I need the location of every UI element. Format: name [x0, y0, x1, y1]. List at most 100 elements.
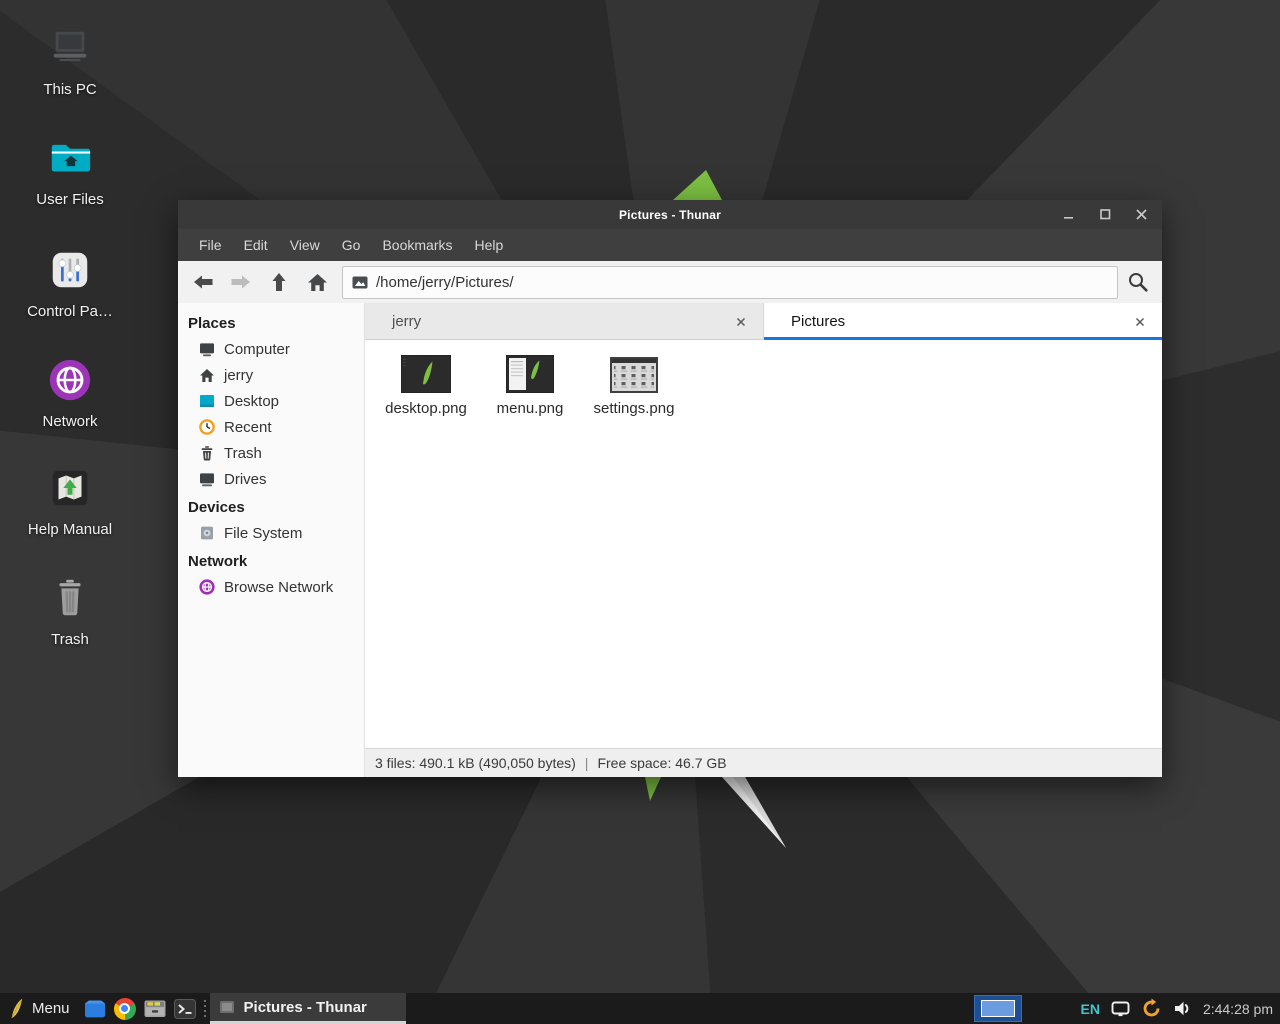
menu-bookmarks[interactable]: Bookmarks — [371, 229, 463, 261]
hard-disk-icon — [197, 525, 216, 541]
sidebar-item-label: Browse Network — [224, 579, 333, 596]
forward-button[interactable] — [222, 265, 260, 299]
up-button[interactable] — [260, 265, 298, 299]
system-tray: EN 2:44:28 pm — [1080, 998, 1273, 1019]
clock-icon — [197, 418, 216, 436]
home-icon — [197, 368, 216, 383]
file-name: settings.png — [584, 400, 684, 417]
help-manual-icon — [16, 464, 124, 512]
desktop-icon-label: User Files — [16, 191, 124, 208]
file-cabinet-icon — [143, 998, 167, 1019]
keyboard-layout-indicator[interactable]: EN — [1080, 1001, 1099, 1017]
taskbar-clock[interactable]: 2:44:28 pm — [1203, 1001, 1273, 1017]
task-window-icon — [219, 999, 235, 1015]
display-tray-icon[interactable] — [1111, 1001, 1130, 1017]
trash-icon — [197, 445, 216, 461]
volume-icon[interactable] — [1173, 1000, 1192, 1017]
taskbar-window-button[interactable]: Pictures - Thunar — [210, 993, 406, 1024]
sidebar-item-trash[interactable]: Trash — [178, 440, 364, 466]
desktop-icon-this-pc[interactable]: This PC — [16, 24, 124, 98]
sidebar-item-drives[interactable]: Drives — [178, 466, 364, 492]
image-thumbnail — [584, 349, 684, 393]
start-menu-button[interactable]: Menu — [0, 993, 80, 1024]
tab-close-icon[interactable] — [1131, 313, 1149, 331]
chrome-launcher[interactable] — [110, 993, 140, 1024]
terminal-launcher[interactable] — [170, 993, 200, 1024]
tab-bar: jerry Pictures — [365, 303, 1162, 340]
desktop-icon-trash[interactable]: Trash — [16, 574, 124, 648]
sidebar: Places Computer jerry Desktop — [178, 303, 365, 777]
tab-close-icon[interactable] — [732, 313, 750, 331]
desktop-icon-control-panel[interactable]: Control Pa… — [16, 246, 124, 320]
file-manager-launcher[interactable] — [80, 993, 110, 1024]
file-settings-png[interactable]: settings.png — [584, 349, 684, 417]
sidebar-item-recent[interactable]: Recent — [178, 414, 364, 440]
current-path: /home/jerry/Pictures/ — [376, 274, 514, 291]
path-bar[interactable]: /home/jerry/Pictures/ — [342, 266, 1118, 299]
desktop-icon-label: This PC — [16, 81, 124, 98]
tasklist-handle[interactable] — [200, 993, 210, 1024]
tab-jerry[interactable]: jerry — [365, 303, 764, 340]
desktop-icon-label: Help Manual — [16, 521, 124, 538]
sidebar-item-label: Drives — [224, 471, 267, 488]
active-tab-indicator — [764, 337, 1162, 340]
file-cabinet-launcher[interactable] — [140, 993, 170, 1024]
chrome-icon — [114, 998, 136, 1020]
globe-icon — [197, 578, 216, 596]
sidebar-item-label: Computer — [224, 341, 290, 358]
tab-pictures[interactable]: Pictures — [764, 303, 1162, 340]
computer-icon — [197, 341, 216, 358]
minimize-button[interactable] — [1058, 204, 1080, 226]
thunar-window: Pictures - Thunar File Edit View Go Book… — [178, 200, 1162, 777]
desktop-icon-network[interactable]: Network — [16, 356, 124, 430]
sidebar-header-places: Places — [178, 310, 364, 336]
active-workspace[interactable] — [981, 1000, 1015, 1017]
file-desktop-png[interactable]: desktop.png — [376, 349, 476, 417]
user-files-folder-icon — [16, 134, 124, 182]
search-button[interactable] — [1118, 265, 1158, 299]
control-panel-icon — [16, 246, 124, 294]
file-manager-icon — [83, 999, 107, 1019]
network-globe-icon — [16, 356, 124, 404]
sidebar-item-jerry[interactable]: jerry — [178, 362, 364, 388]
desktop-icon-label: Trash — [16, 631, 124, 648]
terminal-icon — [173, 997, 197, 1021]
menu-help[interactable]: Help — [464, 229, 515, 261]
desktop-icon-label: Control Pa… — [16, 303, 124, 320]
menu-view[interactable]: View — [279, 229, 331, 261]
folder-picture-icon — [352, 276, 368, 289]
sidebar-header-network: Network — [178, 548, 364, 574]
file-view[interactable]: desktop.png menu.pn — [365, 340, 1162, 748]
back-button[interactable] — [184, 265, 222, 299]
file-name: desktop.png — [376, 400, 476, 417]
drives-icon — [197, 471, 216, 488]
tab-label: jerry — [392, 313, 421, 330]
file-menu-png[interactable]: menu.png — [480, 349, 580, 417]
sidebar-item-label: jerry — [224, 367, 253, 384]
desktop-icon — [197, 393, 216, 409]
home-button[interactable] — [298, 265, 336, 299]
close-button[interactable] — [1130, 204, 1152, 226]
window-titlebar[interactable]: Pictures - Thunar — [178, 200, 1162, 229]
sidebar-item-label: Trash — [224, 445, 262, 462]
file-name: menu.png — [480, 400, 580, 417]
update-manager-icon[interactable] — [1141, 998, 1162, 1019]
workspace-switcher[interactable] — [974, 995, 1022, 1022]
menu-file[interactable]: File — [188, 229, 233, 261]
desktop-icon-help-manual[interactable]: Help Manual — [16, 464, 124, 538]
status-separator: | — [585, 755, 589, 771]
menu-go[interactable]: Go — [331, 229, 372, 261]
taskbar: Menu — [0, 993, 1280, 1024]
trash-can-icon — [16, 574, 124, 622]
sidebar-item-desktop[interactable]: Desktop — [178, 388, 364, 414]
sidebar-item-label: Recent — [224, 419, 272, 436]
maximize-button[interactable] — [1094, 204, 1116, 226]
menu-edit[interactable]: Edit — [233, 229, 279, 261]
sidebar-item-computer[interactable]: Computer — [178, 336, 364, 362]
start-menu-label: Menu — [32, 1000, 70, 1017]
sidebar-item-file-system[interactable]: File System — [178, 520, 364, 546]
desktop-icon-user-files[interactable]: User Files — [16, 134, 124, 208]
window-title: Pictures - Thunar — [619, 208, 721, 222]
status-bar: 3 files: 490.1 kB (490,050 bytes) | Free… — [365, 748, 1162, 777]
sidebar-item-browse-network[interactable]: Browse Network — [178, 574, 364, 600]
